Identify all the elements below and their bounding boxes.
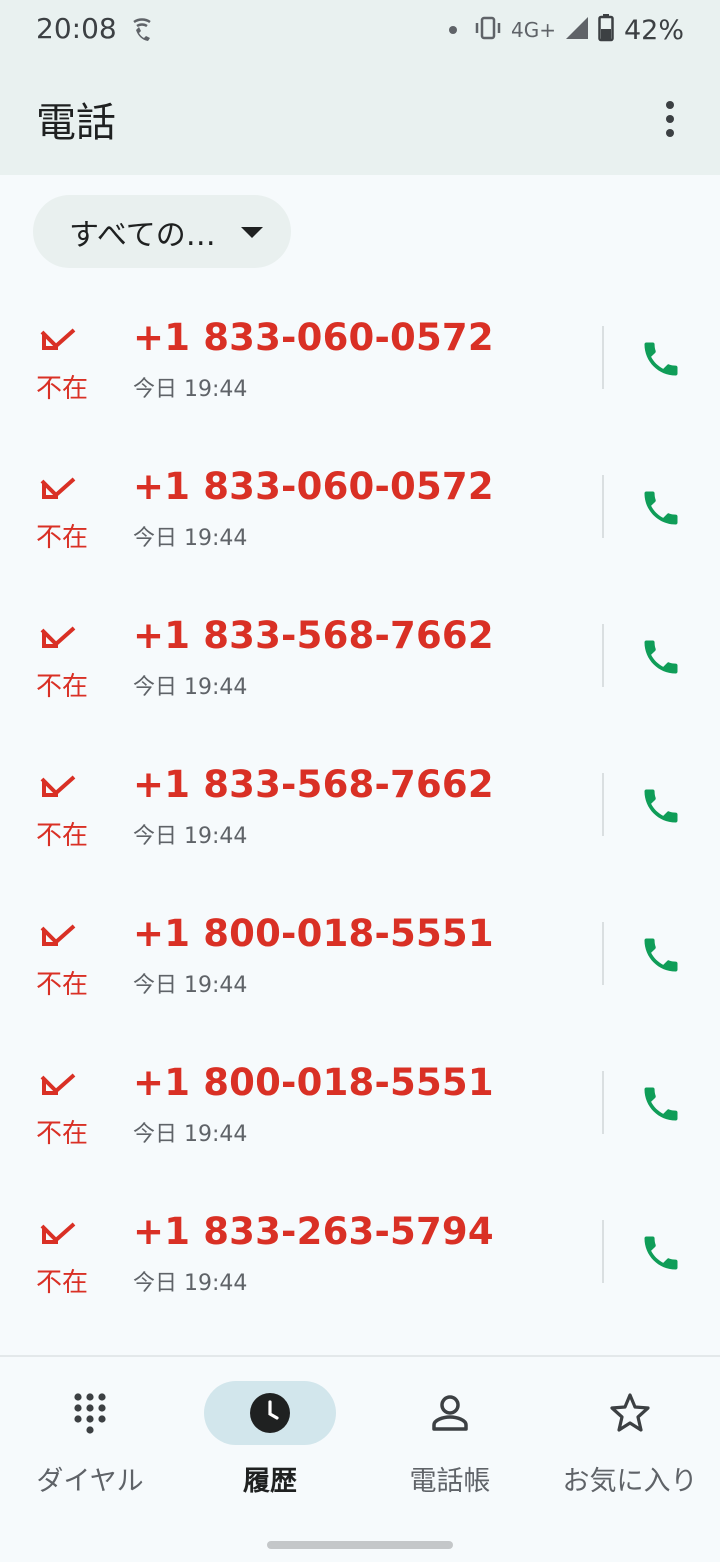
divider — [602, 475, 604, 538]
phone-number: +1 833-568-7662 — [133, 614, 494, 657]
notification-dot-icon — [449, 26, 457, 34]
nav-item-history[interactable]: 履歴 — [180, 1381, 360, 1511]
call-back-button[interactable] — [630, 477, 692, 539]
call-back-button[interactable] — [630, 328, 692, 390]
phone-number: +1 833-568-7662 — [133, 763, 494, 806]
missed-call-icon — [38, 922, 84, 958]
call-back-button[interactable] — [630, 924, 692, 986]
battery-icon — [598, 14, 614, 46]
call-history-row[interactable]: 不在 +1 833-263-5794 今日 19:44 — [0, 1184, 720, 1333]
missed-call-icon — [38, 326, 84, 362]
bottom-navigation: ダイヤル 履歴 電話帳 お気に入り — [0, 1355, 720, 1562]
network-type: 4G+ — [511, 18, 556, 42]
call-back-button[interactable] — [630, 626, 692, 688]
missed-call-icon — [38, 475, 84, 511]
missed-call-icon — [38, 624, 84, 660]
battery-percent: 42% — [623, 14, 684, 46]
divider — [602, 624, 604, 687]
call-timestamp: 今日 19:44 — [133, 1122, 248, 1147]
phone-icon — [644, 789, 678, 823]
phone-number: +1 800-018-5551 — [133, 1061, 494, 1104]
filter-dropdown[interactable]: すべての… — [33, 195, 291, 268]
call-timestamp: 今日 19:44 — [133, 973, 248, 998]
divider — [602, 922, 604, 985]
call-history-row[interactable]: 不在 +1 800-018-5551 今日 19:44 — [0, 1035, 720, 1184]
phone-icon — [644, 1087, 678, 1121]
missed-call-icon — [38, 1071, 84, 1107]
home-gesture-bar[interactable] — [267, 1541, 453, 1549]
call-back-button[interactable] — [630, 1222, 692, 1284]
call-timestamp: 今日 19:44 — [133, 526, 248, 551]
nav-item-favorites[interactable]: お気に入り — [540, 1381, 720, 1511]
phone-icon — [644, 342, 678, 376]
call-back-button[interactable] — [630, 1073, 692, 1135]
missed-call-icon — [38, 1220, 84, 1256]
history-clock-icon — [250, 1393, 290, 1433]
nav-label: 電話帳 — [409, 1466, 491, 1497]
phone-icon — [644, 640, 678, 674]
call-timestamp: 今日 19:44 — [133, 675, 248, 700]
call-timestamp: 今日 19:44 — [133, 1271, 248, 1296]
call-history-row[interactable]: 不在 +1 833-060-0572 今日 19:44 — [0, 290, 720, 439]
status-bar: 20:08 4G+ 42% — [0, 0, 720, 60]
call-timestamp: 今日 19:44 — [133, 377, 248, 402]
dropdown-caret-icon — [241, 227, 263, 238]
call-timestamp: 今日 19:44 — [133, 824, 248, 849]
call-history-row[interactable]: 不在 +1 800-018-5551 今日 19:44 — [0, 886, 720, 1035]
star-icon — [610, 1393, 650, 1432]
wifi-calling-icon — [128, 16, 156, 44]
nav-label: お気に入り — [562, 1466, 698, 1497]
divider — [602, 773, 604, 836]
call-history-row[interactable]: 不在 +1 833-568-7662 今日 19:44 — [0, 588, 720, 737]
nav-item-dialpad[interactable]: ダイヤル — [0, 1381, 180, 1511]
page-title: 電話 — [36, 100, 116, 146]
phone-number: +1 833-060-0572 — [133, 465, 494, 508]
call-type-label: 不在 — [36, 523, 89, 553]
call-type-label: 不在 — [36, 374, 89, 404]
nav-label: ダイヤル — [36, 1466, 144, 1497]
phone-number: +1 833-060-0572 — [133, 316, 494, 359]
phone-icon — [644, 938, 678, 972]
call-history-row[interactable]: 不在 +1 833-568-7662 今日 19:44 — [0, 737, 720, 886]
call-back-button[interactable] — [630, 775, 692, 837]
divider — [602, 1071, 604, 1134]
phone-number: +1 833-263-5794 — [133, 1210, 494, 1253]
call-type-label: 不在 — [36, 821, 89, 851]
call-type-label: 不在 — [36, 1268, 89, 1298]
call-history-row[interactable]: 不在 +1 833-060-0572 今日 19:44 — [0, 439, 720, 588]
contacts-person-icon — [432, 1395, 468, 1431]
signal-icon — [564, 15, 590, 45]
top-bar: 20:08 4G+ 42% 電話 — [0, 0, 720, 175]
missed-call-icon — [38, 773, 84, 809]
vibrate-icon — [473, 15, 503, 45]
call-type-label: 不在 — [36, 672, 89, 702]
dialpad-icon — [74, 1393, 106, 1434]
call-type-label: 不在 — [36, 970, 89, 1000]
phone-icon — [644, 491, 678, 525]
call-history-list: 不在 +1 833-060-0572 今日 19:44 不在 +1 833-06… — [0, 290, 720, 1333]
divider — [602, 326, 604, 389]
status-icons: 4G+ 42% — [449, 12, 684, 48]
more-vert-icon[interactable] — [646, 95, 694, 143]
call-type-label: 不在 — [36, 1119, 89, 1149]
phone-number: +1 800-018-5551 — [133, 912, 494, 955]
nav-item-contacts[interactable]: 電話帳 — [360, 1381, 540, 1511]
phone-icon — [644, 1236, 678, 1270]
filter-label: すべての… — [69, 217, 216, 253]
nav-label: 履歴 — [243, 1466, 297, 1497]
divider — [602, 1220, 604, 1283]
status-time: 20:08 — [36, 12, 117, 45]
